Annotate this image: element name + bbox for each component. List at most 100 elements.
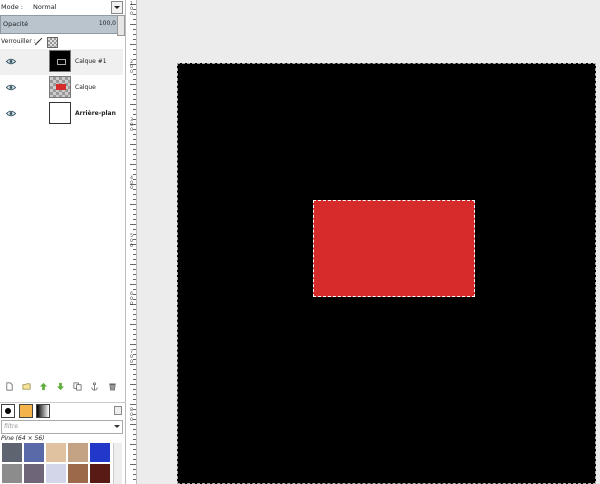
- pattern-scrollbar[interactable]: [113, 443, 122, 484]
- brush-pattern-gradient-selector: [0, 402, 125, 419]
- ruler-tick: [130, 44, 136, 45]
- layer-row-arriere-plan[interactable]: Arrière-plan: [0, 101, 123, 127]
- lock-alpha-icon[interactable]: [47, 37, 58, 48]
- layer-name[interactable]: Calque: [75, 84, 96, 91]
- pattern-swatch[interactable]: [90, 443, 110, 462]
- ruler-tick: [133, 459, 136, 460]
- ruler-tick: [130, 404, 136, 405]
- ruler-tick: [133, 314, 136, 315]
- ruler-tick: [133, 89, 136, 90]
- lower-layer-icon[interactable]: [56, 382, 65, 391]
- layer-name[interactable]: Arrière-plan: [75, 110, 116, 117]
- pattern-swatch[interactable]: [2, 443, 22, 462]
- canvas-area[interactable]: [137, 0, 600, 484]
- raise-layer-icon[interactable]: [39, 382, 48, 391]
- ruler-tick: [133, 154, 136, 155]
- pattern-swatch[interactable]: [46, 464, 66, 483]
- opacity-value[interactable]: 100,0: [99, 20, 116, 27]
- red-selection-rectangle[interactable]: [313, 200, 475, 297]
- tab-menu-icon[interactable]: [114, 406, 122, 415]
- ruler-tick: [133, 289, 136, 290]
- ruler-tick: [133, 159, 136, 160]
- ruler-tick: [133, 389, 136, 390]
- opacity-spinner[interactable]: [117, 15, 125, 36]
- ruler-tick: [133, 259, 136, 260]
- pattern-swatch[interactable]: [46, 443, 66, 462]
- ruler-tick: [133, 449, 136, 450]
- lock-pixels-icon[interactable]: [34, 37, 43, 46]
- eye-icon[interactable]: [6, 110, 16, 117]
- ruler-tick: [133, 439, 136, 440]
- anchor-layer-icon[interactable]: [90, 382, 99, 391]
- ruler-tick: [133, 394, 136, 395]
- ruler-label: 3 0 0: [130, 118, 133, 133]
- pattern-swatch[interactable]: [24, 443, 44, 462]
- pattern-swatch[interactable]: [68, 464, 88, 483]
- ruler-tick: [133, 149, 136, 150]
- ruler-tick: [133, 29, 136, 30]
- ruler-tick: [133, 474, 136, 475]
- ruler-tick: [133, 99, 136, 100]
- ruler-tick: [130, 344, 136, 345]
- layer-row-calque[interactable]: Calque: [0, 75, 123, 101]
- ruler-tick: [133, 274, 136, 275]
- pattern-swatch[interactable]: [68, 443, 88, 462]
- new-layer-icon[interactable]: [5, 382, 14, 391]
- new-group-icon[interactable]: [22, 382, 31, 391]
- ruler-tick: [130, 204, 136, 205]
- ruler-tick: [133, 319, 136, 320]
- ruler-tick: [130, 264, 136, 265]
- layer-name[interactable]: Calque #1: [75, 58, 107, 65]
- filter-dropdown-icon[interactable]: [114, 425, 120, 428]
- opacity-slider[interactable]: Opacité 100,0: [0, 15, 121, 34]
- ruler-tick: [133, 339, 136, 340]
- mode-select[interactable]: Normal: [33, 3, 57, 11]
- pattern-swatch[interactable]: [2, 464, 22, 483]
- ruler-tick: [130, 324, 136, 325]
- filter-placeholder: filtre: [4, 423, 19, 430]
- ruler-tick: [130, 164, 136, 165]
- ruler-tick: [133, 114, 136, 115]
- ruler-tick: [133, 229, 136, 230]
- brush-selector-icon[interactable]: [1, 404, 15, 418]
- image-canvas[interactable]: [177, 63, 596, 484]
- ruler-tick: [133, 434, 136, 435]
- ruler-tick: [133, 214, 136, 215]
- ruler-label: 7 0 0: [130, 350, 133, 365]
- layer-thumbnail: [49, 50, 71, 72]
- layer-thumbnail: [49, 76, 71, 98]
- layer-list: Calque #1 Calque Arrière-plan: [0, 49, 123, 127]
- ruler-tick: [133, 194, 136, 195]
- eye-icon[interactable]: [6, 84, 16, 91]
- ruler-tick: [133, 429, 136, 430]
- ruler-tick: [133, 49, 136, 50]
- lock-label: Verrouiller :: [1, 38, 36, 45]
- layer-row-calque-1[interactable]: Calque #1: [0, 49, 123, 75]
- opacity-label: Opacité: [3, 20, 29, 28]
- gradient-selector-icon[interactable]: [36, 404, 50, 418]
- ruler-tick: [133, 34, 136, 35]
- ruler-label: 6 0 0: [130, 292, 133, 307]
- duplicate-layer-icon[interactable]: [73, 382, 82, 391]
- pattern-name: Pine (64 × 56): [1, 435, 45, 442]
- layer-toolbar: [0, 380, 123, 394]
- ruler-tick: [133, 94, 136, 95]
- layer-thumbnail: [49, 102, 71, 124]
- ruler-tick: [130, 464, 136, 465]
- ruler-tick: [130, 24, 136, 25]
- ruler-tick: [133, 39, 136, 40]
- ruler-tick: [133, 169, 136, 170]
- filter-input[interactable]: filtre: [1, 420, 123, 434]
- delete-layer-icon[interactable]: [108, 382, 117, 391]
- ruler-tick: [133, 279, 136, 280]
- mode-dropdown-button[interactable]: [111, 1, 123, 14]
- eye-icon[interactable]: [6, 58, 16, 65]
- ruler-tick: [133, 454, 136, 455]
- ruler-tick: [130, 424, 136, 425]
- pattern-selector-icon[interactable]: [19, 404, 33, 418]
- ruler-tick: [133, 209, 136, 210]
- ruler-tick: [130, 224, 136, 225]
- pattern-swatch[interactable]: [90, 464, 110, 483]
- vertical-ruler[interactable]: 1 0 0 2 0 0 3 0 0 4 0 0 5 0 0 6 0 0 7 0 0 8 0 0: [126, 0, 137, 484]
- pattern-swatch[interactable]: [24, 464, 44, 483]
